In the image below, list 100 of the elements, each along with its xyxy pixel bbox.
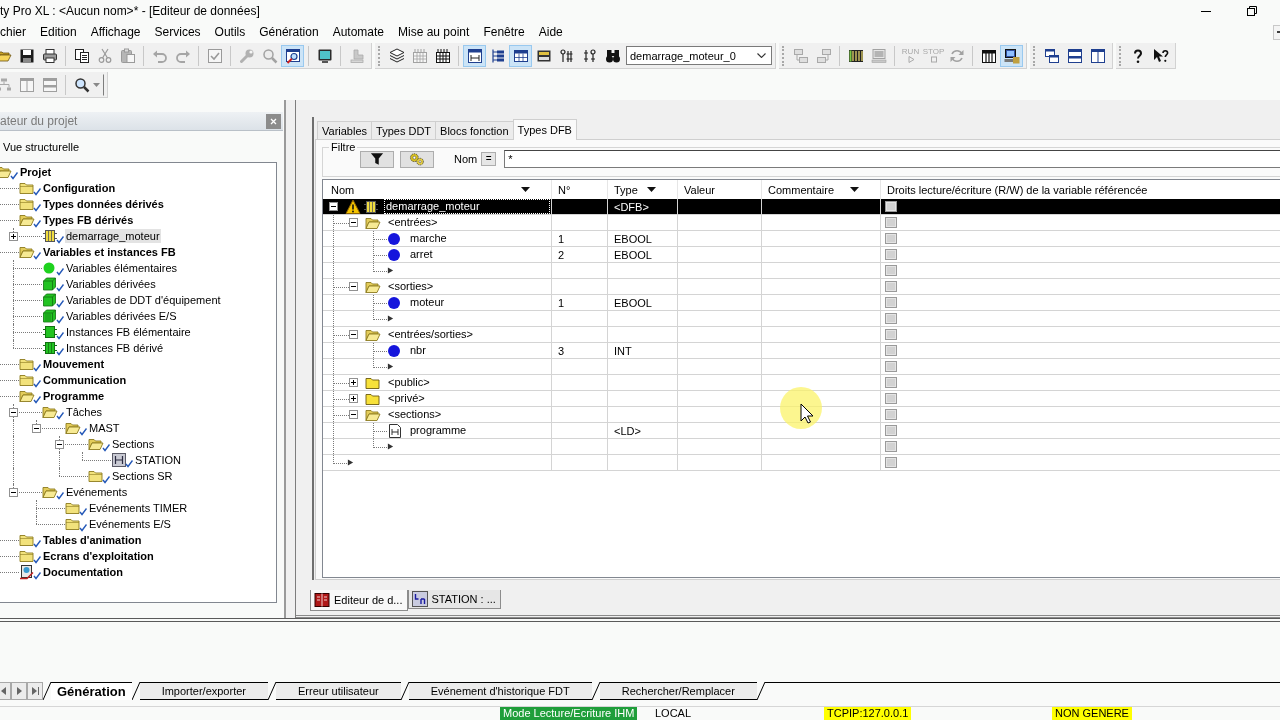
folder-icon	[65, 500, 87, 516]
gears-button[interactable]	[400, 150, 434, 168]
minus-box-icon[interactable]	[329, 202, 338, 211]
stack-icon	[388, 47, 405, 64]
tree-item[interactable]: Tâches	[65, 405, 104, 419]
plus-box-icon[interactable]	[349, 394, 358, 403]
minus-box-icon[interactable]	[9, 487, 18, 497]
tree-item[interactable]: Ecrans d'exploitation	[42, 549, 155, 563]
tree-item[interactable]: Communication	[42, 373, 128, 387]
tree-item[interactable]: Evénements E/S	[88, 517, 172, 531]
insert-marker-icon	[387, 315, 394, 322]
transfer-icon	[815, 47, 832, 64]
table-row[interactable]: demarrage_moteur <DFB>	[323, 199, 1280, 215]
table-row[interactable]: <sorties>	[323, 279, 1280, 295]
minus-box-icon[interactable]	[349, 218, 358, 227]
group-name: <entrées/sorties>	[387, 327, 474, 342]
tree-item[interactable]: Variables dérivées	[65, 277, 157, 291]
wrench-icon	[238, 47, 255, 64]
menu-item[interactable]: Automate	[332, 25, 384, 39]
function-block-icon	[363, 198, 379, 215]
filter-button[interactable]	[360, 150, 394, 168]
tree-item[interactable]: Types FB dérivés	[42, 213, 135, 227]
variable-name: marche	[409, 231, 448, 246]
tree-item[interactable]: Mouvement	[42, 357, 106, 371]
minus-box-icon[interactable]	[349, 330, 358, 339]
menu-item[interactable]: Outils	[214, 25, 246, 39]
menu-item[interactable]: Génération	[259, 25, 319, 39]
output-tab[interactable]: Rechercher/Remplacer	[599, 682, 757, 700]
toolbar-button[interactable]	[1000, 44, 1023, 67]
tree-item[interactable]: Instances FB élémentaire	[65, 325, 192, 339]
symbol-icon	[558, 47, 575, 64]
tree-item[interactable]: Sections	[111, 437, 156, 451]
document-tab[interactable]: Editeur de d...	[310, 590, 408, 611]
editor-tab[interactable]: Types DFB	[512, 119, 577, 140]
table-row[interactable]: nbr 3 INT	[323, 343, 1280, 359]
menu-item[interactable]: Mise au point	[398, 25, 470, 39]
table-row[interactable]: moteur 1 EBOOL	[323, 295, 1280, 311]
menu-item[interactable]: Services	[154, 25, 201, 39]
close-icon	[270, 117, 277, 125]
splitter[interactable]	[286, 100, 296, 618]
tree-item[interactable]: Variables élémentaires	[65, 261, 179, 275]
tree-item[interactable]: Evénements	[65, 485, 129, 499]
output-tab[interactable]: Importer/exporter	[139, 682, 268, 700]
editor-tab[interactable]: Types DDT	[371, 121, 437, 139]
table-row[interactable]: arret 2 EBOOL	[323, 247, 1280, 263]
operator-button[interactable]: =	[481, 152, 497, 166]
tree-item[interactable]: MAST	[88, 421, 121, 435]
filter-field[interactable]: *	[504, 150, 1280, 168]
tree-item[interactable]: Projet	[19, 165, 53, 179]
toolbar-button[interactable]	[281, 44, 304, 67]
editor-tab[interactable]: Variables	[317, 121, 373, 139]
menu-item[interactable]: Edition	[40, 25, 77, 39]
tree-item[interactable]: Documentation	[42, 565, 125, 579]
minus-box-icon[interactable]	[349, 282, 358, 291]
tree-item[interactable]: Tables d'animation	[42, 533, 143, 547]
tree-item[interactable]: Variables de DDT d'équipement	[65, 293, 222, 307]
output-tab[interactable]: Génération	[51, 682, 132, 700]
group-name: <sorties>	[387, 279, 435, 294]
tree-item[interactable]: demarrage_moteur	[65, 229, 161, 243]
toolbar-button[interactable]	[463, 44, 486, 67]
cascade-windows-icon	[1043, 47, 1060, 64]
minus-box-icon[interactable]	[9, 407, 18, 417]
editor-tab[interactable]: Blocs fonction	[435, 121, 514, 139]
tab-edge	[400, 682, 409, 700]
table-row[interactable]: <entrées/sorties>	[323, 327, 1280, 343]
table-row[interactable]: marche 1 EBOOL	[323, 231, 1280, 247]
plus-box-icon[interactable]	[349, 378, 358, 387]
menu-item[interactable]: Affichage	[90, 25, 141, 39]
document-tab[interactable]: STATION : ...	[407, 590, 501, 609]
rack-icon	[980, 47, 997, 64]
plus-box-icon[interactable]	[9, 231, 18, 241]
close-button[interactable]	[266, 113, 281, 129]
table-row[interactable]: programme <LD>	[323, 423, 1280, 439]
table-cell: <LD>	[608, 423, 678, 439]
table-row[interactable]: <public>	[323, 375, 1280, 391]
window-title: ty Pro XL : <Aucun nom>* - [Editeur de données]	[0, 4, 261, 18]
menu-item[interactable]: chier	[0, 25, 26, 39]
tree-item[interactable]: Types données dérivés	[42, 197, 165, 211]
tree-item[interactable]: Sections SR	[111, 469, 174, 483]
section-name: programme	[409, 423, 468, 438]
output-tab[interactable]: Erreur utilisateur	[276, 682, 401, 700]
scroll-end-button[interactable]	[27, 682, 43, 700]
tree-item[interactable]: Instances FB dérivé	[65, 341, 165, 355]
tree-item[interactable]: Variables dérivées E/S	[65, 309, 178, 323]
menu-item[interactable]: Fenêtre	[483, 25, 525, 39]
minus-box-icon[interactable]	[55, 439, 64, 449]
scroll-right-button[interactable]	[11, 682, 27, 700]
tree-item[interactable]: Evénements TIMER	[88, 501, 189, 515]
minus-box-icon[interactable]	[32, 423, 41, 433]
tree-item[interactable]: STATION	[134, 453, 183, 467]
table-row[interactable]: <entrées>	[323, 215, 1280, 231]
tree-item[interactable]: Programme	[42, 389, 106, 403]
tree-item[interactable]: Variables et instances FB	[42, 245, 177, 259]
table-cell: <DFB>	[608, 199, 678, 215]
menu-item[interactable]: Aide	[538, 25, 563, 39]
minus-box-icon[interactable]	[349, 410, 358, 419]
toolbar-button[interactable]	[509, 44, 532, 67]
dropdown[interactable]: demarrage_moteur_0	[626, 46, 772, 65]
output-tab[interactable]: Evénement d'historique FDT	[408, 682, 592, 700]
tree-item[interactable]: Configuration	[42, 181, 117, 195]
